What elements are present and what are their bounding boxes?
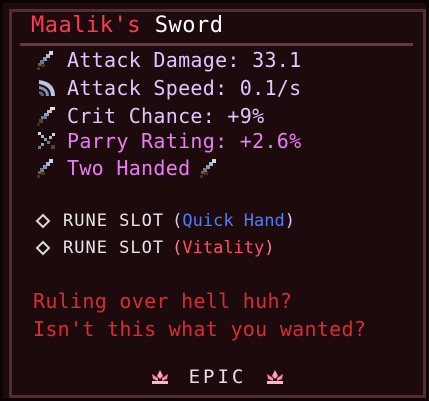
rune-value: Quick Hand	[182, 211, 285, 231]
rune-slot-1: RUNE SLOT (Quick Hand)	[35, 209, 295, 233]
stat-parry-rating: Parry Rating: +2.6%	[35, 128, 301, 154]
sword-icon	[37, 159, 53, 178]
diamond-icon	[35, 240, 51, 256]
lotus-icon	[267, 370, 284, 384]
crossed-swords-icon	[38, 132, 55, 149]
diamond-icon	[35, 213, 51, 229]
stat-two-handed: Two Handed	[35, 155, 222, 181]
rune-paren-open: (	[172, 211, 183, 231]
item-name: Sword	[154, 13, 224, 38]
stat-text: Attack Speed: 0.1/s	[67, 76, 302, 100]
rune-slot-label: RUNE SLOT	[63, 211, 165, 231]
stat-attack-damage: Attack Damage: 33.1	[35, 47, 301, 73]
stat-crit-chance: Crit Chance: +9%	[35, 103, 264, 129]
item-title: Maalik's Sword	[31, 11, 223, 41]
stat-text: Crit Chance: +9%	[67, 104, 265, 128]
rune-paren-open: (	[172, 238, 183, 258]
sword-icon	[37, 51, 53, 70]
dagger-icon	[37, 107, 55, 126]
lore-line-2: Isn't this what you wanted?	[33, 317, 367, 341]
item-tooltip: Maalik's Sword Attack Damage: 33.1 Attac…	[0, 0, 429, 401]
rune-paren-close: )	[284, 211, 295, 231]
stat-text: Parry Rating: +2.6%	[67, 129, 302, 153]
rarity-footer: EPIC	[3, 363, 429, 391]
rune-slot-2: RUNE SLOT (Vitality)	[35, 236, 275, 260]
lore-line-1: Ruling over hell huh?	[33, 289, 293, 313]
item-owner-name: Maalik's	[31, 13, 141, 38]
rune-paren-close: )	[264, 238, 275, 258]
rarity-label: EPIC	[188, 366, 247, 388]
rune-value: Vitality	[182, 238, 265, 258]
swoosh-icon	[39, 80, 55, 96]
stat-text: Two Handed	[67, 156, 191, 180]
stat-attack-speed: Attack Speed: 0.1/s	[35, 75, 301, 101]
lotus-icon	[151, 370, 168, 384]
stat-text: Attack Damage: 33.1	[67, 48, 302, 72]
rune-slot-label: RUNE SLOT	[63, 238, 165, 258]
sword-icon	[200, 159, 217, 178]
title-divider	[20, 43, 413, 46]
